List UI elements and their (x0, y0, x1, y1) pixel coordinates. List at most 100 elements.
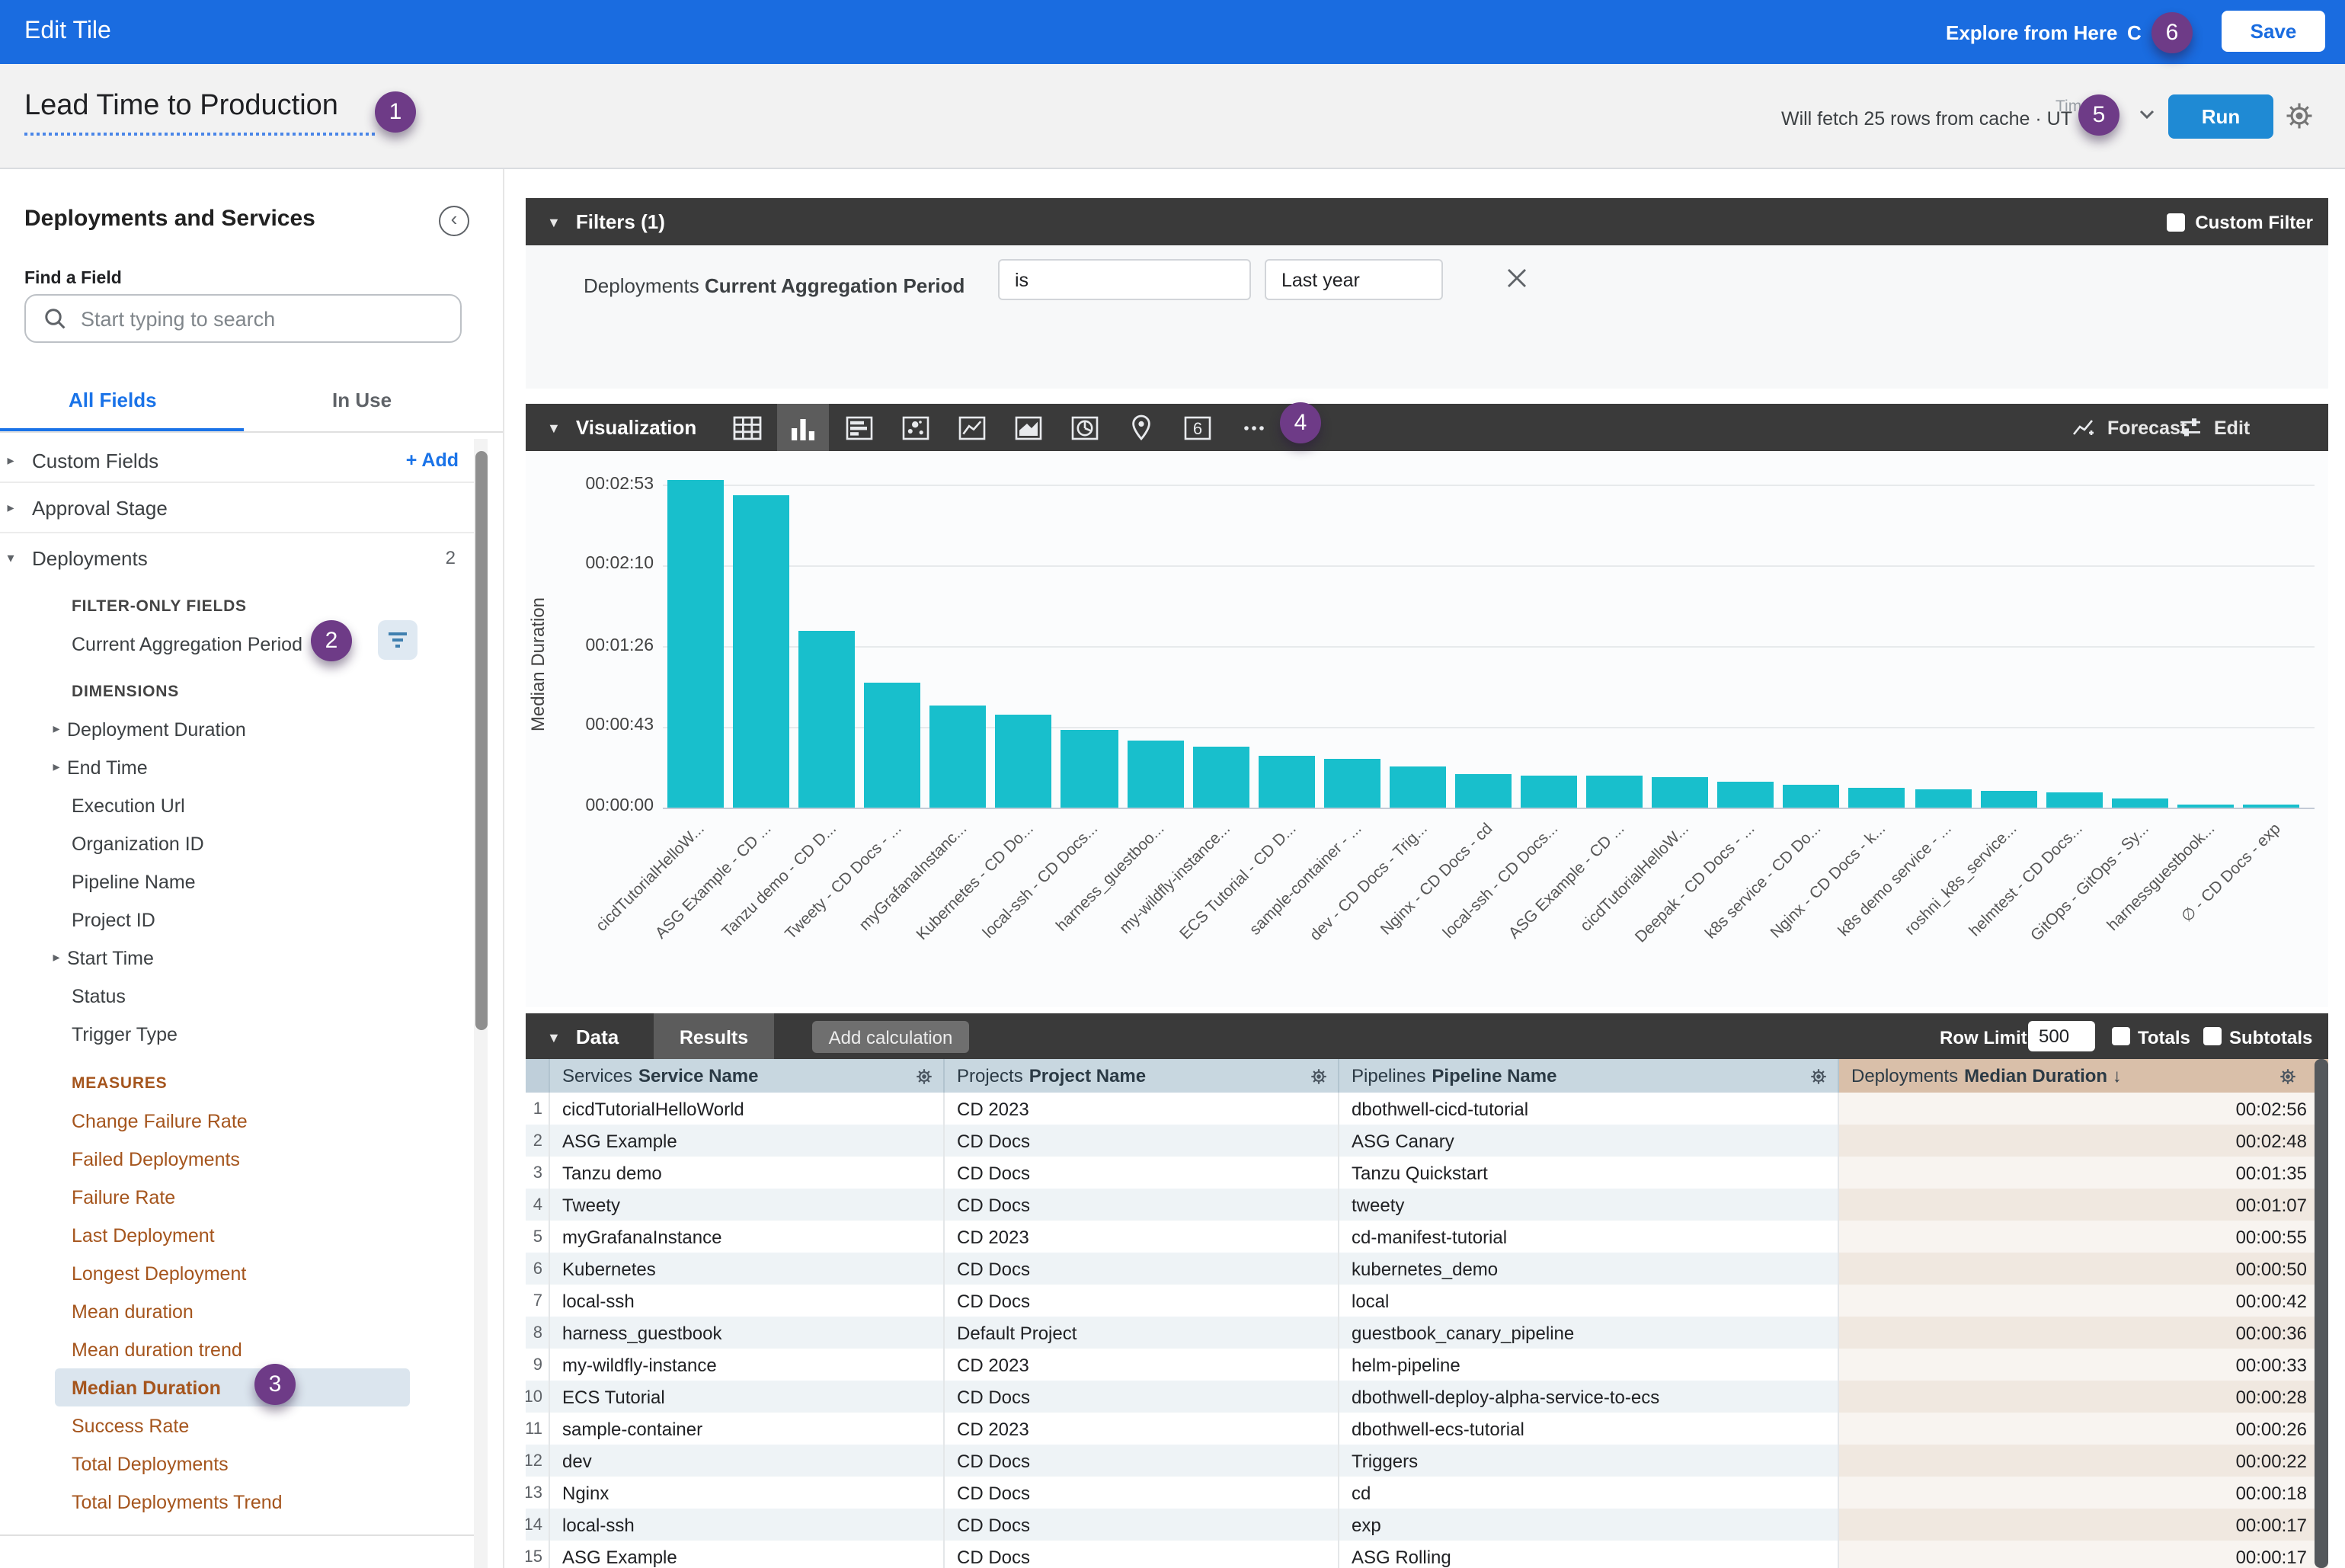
gear-icon[interactable] (2283, 99, 2316, 133)
table-cell[interactable]: 00:00:36 (1839, 1317, 2328, 1349)
cancel-link[interactable]: C (2127, 21, 2142, 44)
table-cell[interactable]: tweety (1339, 1189, 1839, 1221)
filter-value-input[interactable]: Last year (1265, 259, 1443, 300)
bar-4[interactable] (865, 683, 921, 808)
viz-type-table-icon[interactable] (721, 404, 773, 451)
sidebar-field-start-time[interactable]: ▸Start Time (0, 939, 474, 977)
bar-8[interactable] (1127, 741, 1183, 808)
table-cell[interactable]: my-wildfly-instance (550, 1349, 945, 1381)
expand-right-icon[interactable]: ▸ (0, 499, 21, 516)
sidebar-item-deployments[interactable]: ▾ Deployments 2 (0, 533, 474, 582)
column-header-service-name[interactable]: ServicesService Name (550, 1059, 945, 1093)
sidebar-field-success-rate[interactable]: Success Rate (0, 1406, 474, 1445)
table-cell[interactable]: Nginx (550, 1477, 945, 1509)
collapse-panel-icon[interactable]: ‹ (439, 206, 469, 236)
filters-header-bar[interactable]: ▼ Filters (1) Custom Filter (526, 198, 2328, 245)
table-cell[interactable]: Tweety (550, 1189, 945, 1221)
table-cell[interactable]: CD Docs (945, 1285, 1339, 1317)
table-cell[interactable]: kubernetes_demo (1339, 1253, 1839, 1285)
bar-12[interactable] (1390, 766, 1446, 808)
tab-results[interactable]: Results (654, 1013, 774, 1061)
bar-10[interactable] (1258, 756, 1314, 808)
table-cell[interactable]: 00:02:48 (1839, 1125, 2328, 1157)
bar-24[interactable] (2177, 805, 2234, 808)
tab-in-use[interactable]: In Use (332, 389, 392, 411)
sidebar-field-mean-duration-trend[interactable]: Mean duration trend (0, 1330, 474, 1368)
bar-13[interactable] (1455, 774, 1512, 808)
expand-right-icon[interactable]: ▸ (46, 949, 67, 966)
chevron-down-icon[interactable] (2139, 110, 2155, 120)
table-cell[interactable]: cd-manifest-tutorial (1339, 1221, 1839, 1253)
table-cell[interactable]: cd (1339, 1477, 1839, 1509)
table-cell[interactable]: 00:00:28 (1839, 1381, 2328, 1413)
table-scrollbar[interactable] (2315, 1059, 2328, 1568)
caret-down-icon[interactable]: ▼ (547, 420, 561, 435)
viz-type-column-chart-icon[interactable] (777, 404, 829, 451)
data-header-bar[interactable]: ▼ Data Results Add calculation Row Limit… (526, 1013, 2328, 1061)
filter-operator-input[interactable]: is (998, 259, 1251, 300)
save-button[interactable]: Save (2222, 11, 2325, 52)
sidebar-field-total-deployments-trend[interactable]: Total Deployments Trend (0, 1483, 474, 1521)
tab-all-fields[interactable]: All Fields (69, 389, 157, 411)
bar-3[interactable] (798, 631, 855, 808)
gear-icon[interactable] (1809, 1066, 1828, 1086)
sidebar-item-custom-fields[interactable]: ▸ Custom Fields + Add (0, 439, 474, 483)
table-cell[interactable]: 00:01:35 (1839, 1157, 2328, 1189)
sidebar-scrollbar-thumb[interactable] (475, 451, 487, 1030)
sidebar-field-change-failure-rate[interactable]: Change Failure Rate (0, 1102, 474, 1140)
caret-down-icon[interactable]: ▼ (547, 1029, 561, 1045)
table-cell[interactable]: dev (550, 1445, 945, 1477)
table-cell[interactable]: sample-container (550, 1413, 945, 1445)
table-cell[interactable]: 00:00:17 (1839, 1541, 2328, 1568)
run-button[interactable]: Run (2168, 94, 2273, 139)
sidebar-field-pipeline-name[interactable]: Pipeline Name (0, 862, 474, 901)
edit-viz-button[interactable]: Edit (2179, 404, 2250, 451)
forecast-button[interactable]: Forecast (2072, 404, 2187, 451)
table-cell[interactable]: 00:01:07 (1839, 1189, 2328, 1221)
field-search-input[interactable]: Start typing to search (24, 294, 462, 343)
custom-filter-toggle[interactable]: Custom Filter (2166, 198, 2313, 245)
sidebar-item-current-aggregation-period[interactable]: Current Aggregation Period (0, 625, 474, 664)
viz-type-map-icon[interactable] (1115, 404, 1167, 451)
sidebar-field-longest-deployment[interactable]: Longest Deployment (0, 1254, 474, 1292)
totals-checkbox[interactable] (2112, 1027, 2130, 1045)
table-cell[interactable]: CD Docs (945, 1157, 1339, 1189)
viz-type-area-chart-icon[interactable] (1003, 404, 1054, 451)
table-cell[interactable]: Tanzu demo (550, 1157, 945, 1189)
table-cell[interactable]: CD Docs (945, 1477, 1339, 1509)
sidebar-field-deployment-duration[interactable]: ▸Deployment Duration (0, 710, 474, 748)
column-header-median-duration[interactable]: DeploymentsMedian Duration ↓ (1839, 1059, 2328, 1093)
gear-icon[interactable] (2278, 1066, 2298, 1086)
expand-right-icon[interactable]: ▸ (46, 721, 67, 738)
table-cell[interactable]: Tanzu Quickstart (1339, 1157, 1839, 1189)
table-cell[interactable]: cicdTutorialHelloWorld (550, 1093, 945, 1125)
table-cell[interactable]: CD 2023 (945, 1413, 1339, 1445)
table-cell[interactable]: CD 2023 (945, 1349, 1339, 1381)
bar-15[interactable] (1586, 776, 1643, 808)
table-cell[interactable]: CD 2023 (945, 1221, 1339, 1253)
table-cell[interactable]: Triggers (1339, 1445, 1839, 1477)
sidebar-field-total-deployments[interactable]: Total Deployments (0, 1445, 474, 1483)
sidebar-field-failure-rate[interactable]: Failure Rate (0, 1178, 474, 1216)
explore-from-here-link[interactable]: Explore from Here (1946, 21, 2117, 44)
sidebar-field-end-time[interactable]: ▸End Time (0, 748, 474, 786)
table-cell[interactable]: 00:00:17 (1839, 1509, 2328, 1541)
sidebar-field-organization-id[interactable]: Organization ID (0, 824, 474, 862)
sidebar-field-project-id[interactable]: Project ID (0, 901, 474, 939)
row-limit-input[interactable] (2028, 1021, 2095, 1051)
table-cell[interactable]: 00:00:55 (1839, 1221, 2328, 1253)
column-header-pipeline-name[interactable]: PipelinesPipeline Name (1339, 1059, 1839, 1093)
sidebar-field-execution-url[interactable]: Execution Url (0, 786, 474, 824)
gear-icon[interactable] (914, 1066, 934, 1086)
table-cell[interactable]: 00:00:26 (1839, 1413, 2328, 1445)
table-cell[interactable]: local (1339, 1285, 1839, 1317)
visualization-header-bar[interactable]: ▼ Visualization (526, 404, 2328, 451)
sidebar-field-trigger-type[interactable]: Trigger Type (0, 1015, 474, 1053)
table-cell[interactable]: 00:00:33 (1839, 1349, 2328, 1381)
sidebar-field-median-duration[interactable]: Median Duration (0, 1368, 474, 1406)
tile-title-input[interactable]: Lead Time to Production (24, 90, 375, 136)
bar-14[interactable] (1521, 776, 1577, 808)
expand-down-icon[interactable]: ▾ (0, 549, 21, 566)
bar-7[interactable] (1061, 730, 1118, 808)
viz-type-scatter-icon[interactable] (890, 404, 942, 451)
